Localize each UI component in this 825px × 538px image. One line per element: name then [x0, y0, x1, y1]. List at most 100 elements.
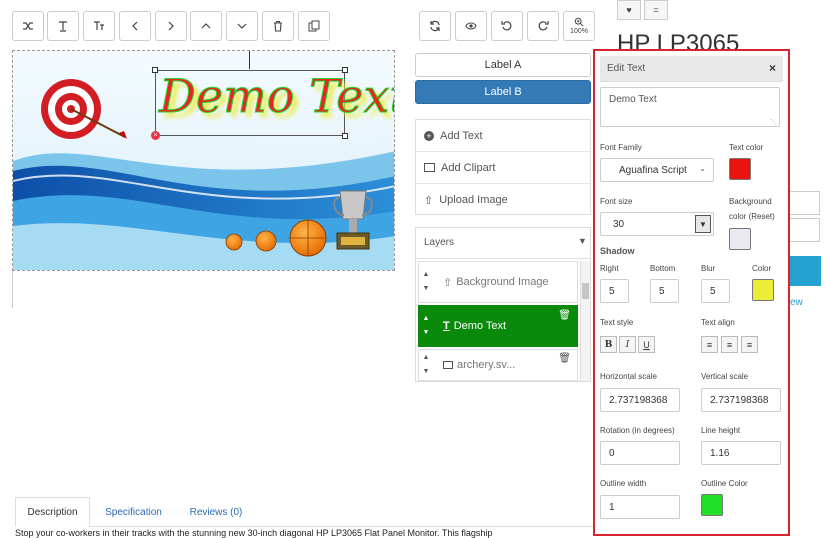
layers-divider	[416, 258, 590, 259]
tab-description[interactable]: Description	[15, 497, 90, 527]
italic-button[interactable]: I	[619, 336, 636, 353]
layer-item[interactable]: ▲ ▼ archery.sv... 🗑	[418, 349, 578, 381]
align-center-button[interactable]: ≡	[721, 336, 738, 353]
add-clipart-label: Add Clipart	[441, 161, 496, 174]
label-b-button[interactable]: Label B	[415, 80, 591, 104]
partial-add-to-cart-button[interactable]	[790, 256, 821, 286]
shadow-bottom-input[interactable]: 5	[650, 279, 679, 303]
upload-icon: ⇧	[424, 194, 434, 207]
collapse-caret-icon[interactable]: ▼	[578, 236, 587, 246]
align-right-icon: ≡	[746, 339, 753, 350]
background-color-swatch[interactable]	[729, 228, 751, 250]
sort-arrows-icon: ▲ ▼	[422, 354, 430, 375]
menu-icon: =	[653, 5, 659, 15]
move-down-button[interactable]	[226, 11, 258, 41]
refresh-icon	[430, 20, 440, 32]
horizontal-scale-label: Horizontal scale	[600, 372, 657, 381]
align-center-icon: ≡	[726, 339, 733, 350]
partial-review-link[interactable]: ew	[790, 297, 803, 308]
font-family-select[interactable]: Aguafina Script ⌄	[600, 158, 714, 182]
add-clipart-item[interactable]: Add Clipart	[416, 152, 590, 184]
sort-arrows-icon: ▲ ▼	[422, 315, 430, 336]
align-left-icon: ≡	[706, 339, 713, 350]
background-reset-label[interactable]: color (Reset)	[729, 212, 775, 221]
layer-item[interactable]: ▲ ▼ ⇧ Background Image	[418, 261, 578, 303]
horizontal-scale-input[interactable]: 2.737198368	[600, 388, 680, 412]
product-description: Stop your co-workers in their tracks wit…	[15, 528, 493, 538]
delete-button[interactable]	[262, 11, 294, 41]
shuffle-icon	[23, 22, 33, 30]
shuffle-button[interactable]	[12, 11, 44, 41]
outline-width-label: Outline width	[600, 479, 647, 488]
bold-button[interactable]: B	[600, 336, 617, 353]
shadow-color-swatch[interactable]	[752, 279, 774, 301]
panel-title: Edit Text	[607, 63, 646, 74]
background-label: Background	[729, 197, 772, 206]
refresh-button[interactable]	[419, 11, 451, 41]
tab-reviews[interactable]: Reviews (0)	[180, 497, 252, 527]
design-canvas[interactable]: × Demo Text	[12, 50, 395, 271]
shadow-heading: Shadow	[600, 246, 635, 256]
trash-icon[interactable]: 🗑	[558, 310, 571, 321]
underline-button[interactable]: U	[638, 336, 655, 353]
add-menu: + Add Text Add Clipart ⇧ Upload Image	[415, 119, 591, 215]
trash-icon[interactable]: 🗑	[558, 353, 571, 364]
shadow-right-label: Right	[600, 264, 619, 273]
text-color-swatch[interactable]	[729, 158, 751, 180]
font-size-select[interactable]: 30 ▼	[600, 212, 714, 236]
shadow-right-input[interactable]: 5	[600, 279, 629, 303]
move-right-button[interactable]	[155, 11, 187, 41]
resize-handle[interactable]	[342, 133, 348, 139]
trash-icon	[274, 20, 282, 32]
chevron-down-icon	[237, 23, 247, 29]
rotation-label: Rotation (in degrees)	[600, 426, 675, 435]
move-up-button[interactable]	[190, 11, 222, 41]
eye-icon	[465, 22, 477, 30]
text-content-input[interactable]: Demo Text ⋱	[600, 87, 780, 127]
text-content-value: Demo Text	[609, 94, 657, 105]
font-size-label: Font size	[600, 197, 633, 206]
text-style-label: Text style	[600, 318, 634, 327]
outline-color-swatch[interactable]	[701, 494, 723, 516]
text-color-label: Text color	[729, 143, 764, 152]
rotation-input[interactable]: 0	[600, 441, 680, 465]
zoom-icon	[574, 17, 584, 27]
layers-scrollbar[interactable]	[580, 261, 590, 381]
sort-arrows-icon: ▲ ▼	[422, 271, 430, 292]
vertical-scale-input[interactable]: 2.737198368	[701, 388, 781, 412]
undo-button[interactable]	[491, 11, 523, 41]
tab-specification[interactable]: Specification	[96, 497, 171, 527]
close-icon[interactable]: ×	[769, 61, 776, 75]
outline-color-label: Outline Color	[701, 479, 748, 488]
favorite-button[interactable]: ♥	[617, 0, 641, 20]
compare-button[interactable]: =	[644, 0, 668, 20]
resize-grip-icon[interactable]: ⋱	[770, 118, 777, 126]
move-left-button[interactable]	[119, 11, 151, 41]
layer-item-selected[interactable]: ▲ ▼ T Demo Text 🗑	[418, 305, 578, 347]
zoom-button[interactable]: 100%	[563, 11, 595, 41]
align-left-button[interactable]: ≡	[701, 336, 718, 353]
align-right-button[interactable]: ≡	[741, 336, 758, 353]
font-family-value: Aguafina Script	[619, 164, 687, 176]
preview-button[interactable]	[455, 11, 487, 41]
remove-element-icon[interactable]: ×	[151, 131, 160, 140]
redo-button[interactable]	[527, 11, 559, 41]
chevron-right-icon	[168, 21, 174, 31]
heart-icon: ♥	[626, 5, 632, 15]
layer-label: Background Image	[456, 276, 549, 288]
text-icon	[59, 21, 67, 32]
layers-panel: Layers ▼ ▲ ▼ ⇧ Background Image ▲ ▼ T Demo…	[415, 227, 591, 382]
shadow-blur-input[interactable]: 5	[701, 279, 730, 303]
duplicate-button[interactable]	[298, 11, 330, 41]
upload-image-item[interactable]: ⇧ Upload Image	[416, 184, 590, 216]
outline-width-input[interactable]: 1	[600, 495, 680, 519]
text-size-button[interactable]	[83, 11, 115, 41]
resize-handle[interactable]	[152, 67, 158, 73]
copy-icon	[308, 20, 320, 32]
label-a-button[interactable]: Label A	[415, 53, 591, 77]
canvas-divider	[12, 271, 13, 308]
add-text-item[interactable]: + Add Text	[416, 120, 590, 152]
add-text-button[interactable]	[47, 11, 79, 41]
canvas-demo-text[interactable]: Demo Text	[159, 67, 395, 125]
line-height-input[interactable]: 1.16	[701, 441, 781, 465]
